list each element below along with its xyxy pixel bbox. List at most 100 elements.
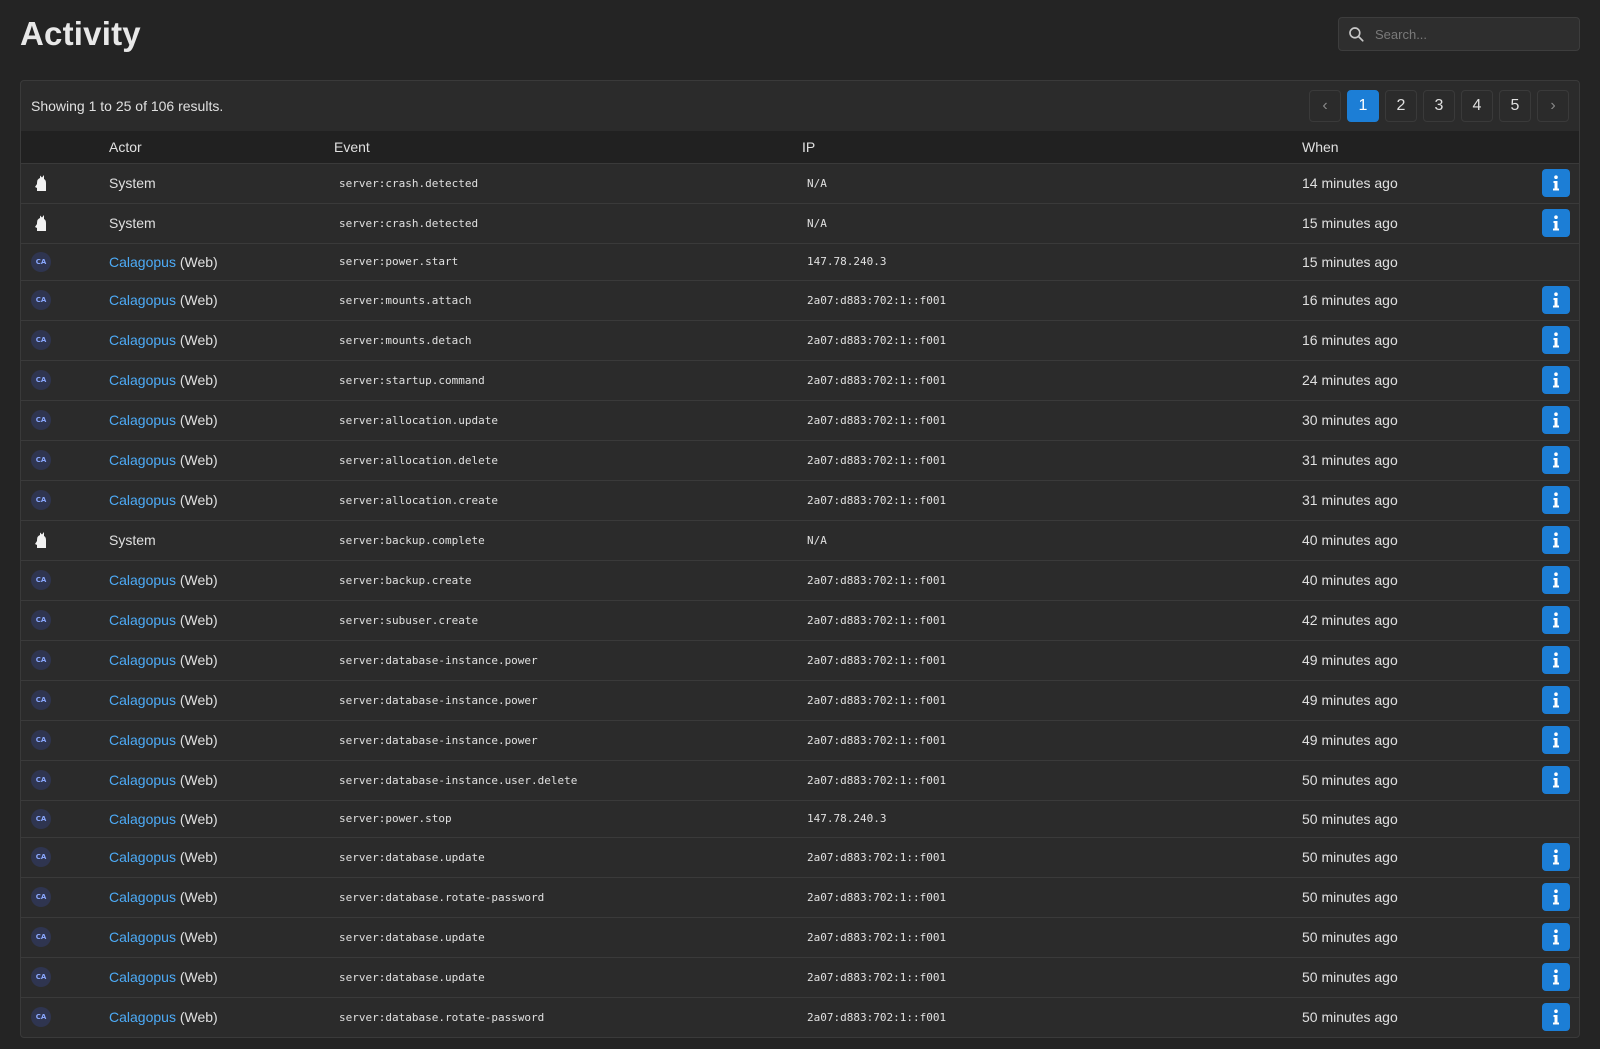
ip-cell: 2a07:d883:702:1::f001 (807, 493, 947, 507)
actor-icon-cell: CA (21, 280, 109, 320)
ip-cell: 2a07:d883:702:1::f001 (807, 613, 947, 627)
ip-cell: 147.78.240.3 (807, 812, 887, 825)
search-input[interactable] (1373, 25, 1567, 43)
actor-source: (Web) (175, 292, 218, 308)
event-cell: server:mounts.detach (339, 333, 472, 347)
actor-link[interactable]: Calagopus (109, 732, 176, 748)
info-button[interactable] (1542, 526, 1570, 554)
info-button[interactable] (1542, 209, 1570, 237)
actor-link[interactable]: Calagopus (109, 372, 176, 388)
actions-cell (1532, 440, 1579, 480)
actor-source: (Web) (175, 652, 218, 668)
info-icon (1549, 731, 1563, 749)
info-icon (1549, 651, 1563, 669)
actor-source: (Web) (175, 810, 218, 827)
info-button[interactable] (1542, 646, 1570, 674)
actor-cell: Calagopus (Web) (109, 640, 334, 680)
actor-link[interactable]: Calagopus (109, 692, 176, 708)
actor-link[interactable]: Calagopus (109, 452, 176, 468)
prev-page-button[interactable]: ‹ (1309, 90, 1341, 122)
actor-link[interactable]: Calagopus (109, 969, 176, 985)
actions-cell (1532, 400, 1579, 440)
page-button-3[interactable]: 3 (1423, 90, 1455, 122)
actor-link[interactable]: Calagopus (109, 572, 176, 588)
event-cell: server:database.rotate-password (339, 1010, 545, 1024)
info-button[interactable] (1542, 923, 1570, 951)
actor-link[interactable]: Calagopus (109, 412, 176, 428)
info-button[interactable] (1542, 843, 1570, 871)
actor-link[interactable]: Calagopus (109, 849, 176, 865)
avatar: CA (31, 690, 51, 710)
info-button[interactable] (1542, 883, 1570, 911)
info-button[interactable] (1542, 606, 1570, 634)
avatar: CA (31, 808, 51, 829)
actions-cell (1532, 480, 1579, 520)
ip-cell: 2a07:d883:702:1::f001 (807, 930, 947, 944)
actor-link[interactable]: Calagopus (109, 332, 176, 348)
actions-cell (1532, 957, 1579, 997)
when-cell: 16 minutes ago (1302, 292, 1398, 308)
ip-cell: 2a07:d883:702:1::f001 (807, 850, 947, 864)
ip-cell: N/A (807, 216, 827, 230)
info-button[interactable] (1542, 963, 1570, 991)
when-cell: 40 minutes ago (1302, 532, 1398, 548)
actions-cell (1532, 760, 1579, 800)
info-button[interactable] (1542, 1003, 1570, 1032)
actor-link[interactable]: Calagopus (109, 811, 176, 827)
actor-link[interactable]: Calagopus (109, 612, 176, 628)
actor-icon-cell: CA (21, 400, 109, 440)
info-icon (1549, 214, 1563, 232)
actor-source: (Web) (175, 332, 218, 348)
actions-cell (1532, 720, 1579, 760)
actor-cell: System (109, 520, 334, 560)
info-button[interactable] (1542, 766, 1570, 794)
event-cell: server:database-instance.user.delete (339, 773, 578, 787)
avatar: CA (31, 290, 51, 310)
ip-cell: 2a07:d883:702:1::f001 (807, 773, 947, 787)
info-button[interactable] (1542, 726, 1570, 754)
info-button[interactable] (1542, 446, 1570, 474)
page-button-1[interactable]: 1 (1347, 90, 1379, 122)
avatar: CA (31, 770, 51, 790)
actor-link[interactable]: Calagopus (109, 929, 176, 945)
when-cell: 31 minutes ago (1302, 452, 1398, 468)
info-button[interactable] (1542, 326, 1570, 354)
when-cell: 50 minutes ago (1302, 889, 1398, 905)
system-icon (31, 173, 51, 193)
event-cell: server:database-instance.power (339, 733, 538, 747)
actor-link[interactable]: Calagopus (109, 254, 176, 270)
actor-cell: Calagopus (Web) (109, 400, 334, 440)
actions-cell (1532, 917, 1579, 957)
page-button-2[interactable]: 2 (1385, 90, 1417, 122)
actor-link[interactable]: Calagopus (109, 492, 176, 508)
info-button[interactable] (1542, 566, 1570, 594)
info-icon (1549, 331, 1563, 349)
actor-link[interactable]: Calagopus (109, 772, 176, 788)
event-cell: server:power.stop (339, 812, 452, 825)
actor-link[interactable]: Calagopus (109, 889, 176, 905)
info-icon (1549, 291, 1563, 309)
info-button[interactable] (1542, 486, 1570, 514)
page-button-5[interactable]: 5 (1499, 90, 1531, 122)
actions-cell (1532, 560, 1579, 600)
when-cell: 50 minutes ago (1302, 772, 1398, 788)
table-row: CA Calagopus (Web) server:mounts.detach 2a0… (21, 320, 1579, 360)
info-button[interactable] (1542, 286, 1570, 314)
header-event: Event (334, 138, 370, 155)
info-button[interactable] (1542, 366, 1570, 394)
actor-source: (Web) (175, 452, 218, 468)
actor-link[interactable]: Calagopus (109, 1009, 176, 1025)
search-box[interactable] (1338, 17, 1580, 51)
info-button[interactable] (1542, 169, 1570, 197)
actor-link[interactable]: Calagopus (109, 292, 176, 308)
next-page-button[interactable]: › (1537, 90, 1569, 122)
info-button[interactable] (1542, 406, 1570, 434)
page-button-4[interactable]: 4 (1461, 90, 1493, 122)
actions-cell (1532, 680, 1579, 720)
info-button[interactable] (1542, 686, 1570, 714)
actor-source: (Web) (175, 969, 218, 985)
header-icon (21, 131, 109, 163)
actor-cell: Calagopus (Web) (109, 997, 334, 1037)
actor-icon-cell (21, 520, 109, 560)
actor-link[interactable]: Calagopus (109, 652, 176, 668)
